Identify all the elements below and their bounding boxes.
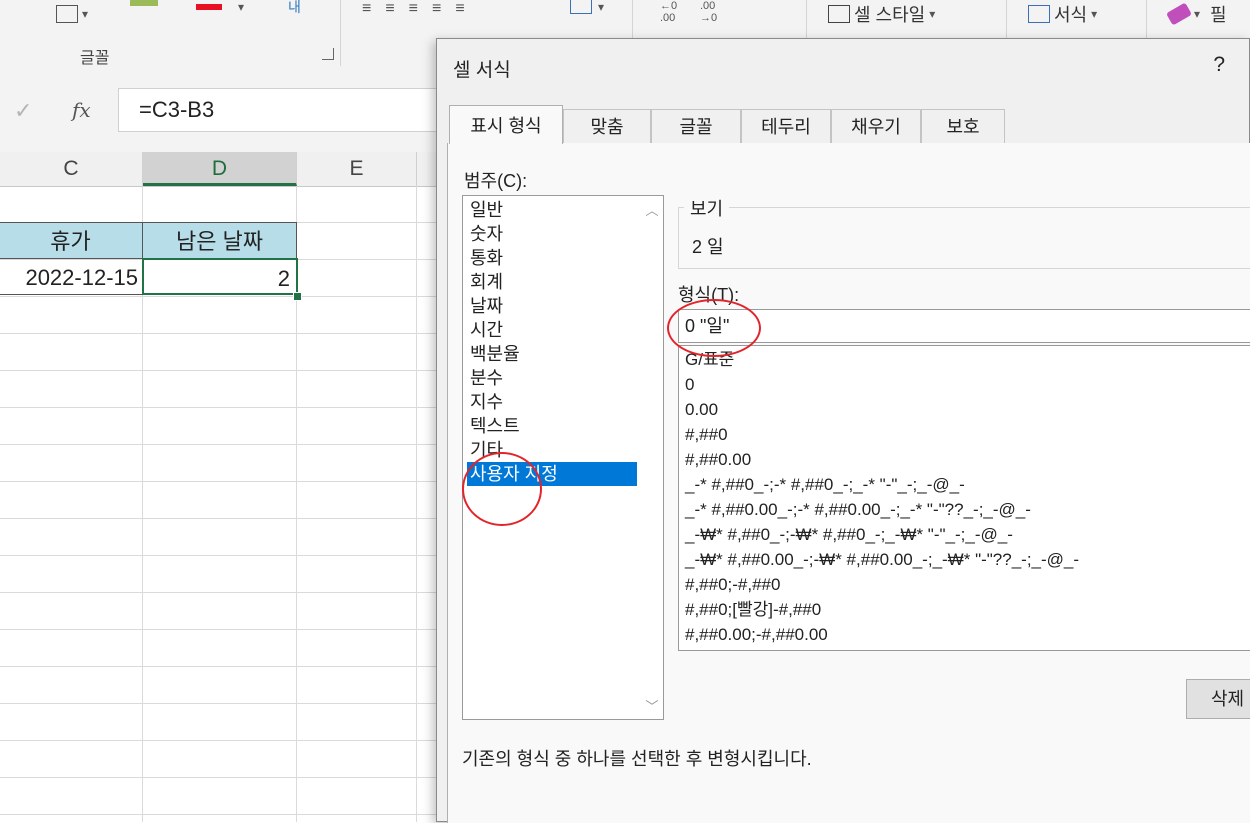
chevron-down-icon[interactable]: ▾ [598,0,604,14]
format-list-item[interactable]: _-₩* #,##0.00_-;-₩* #,##0.00_-;_-₩* "-"?… [685,548,1079,572]
format-icon [1028,5,1050,23]
format-list-item[interactable]: G/표준 [685,348,734,372]
category-item[interactable]: 백분율 [467,342,637,366]
category-item[interactable]: 지수 [467,390,637,414]
phonetic-icon[interactable]: 내 [288,0,302,21]
svg-text:내: 내 [288,0,301,16]
category-item[interactable]: 회계 [467,270,637,294]
category-item[interactable]: 시간 [467,318,637,342]
fill-handle[interactable] [293,292,302,301]
formula-input[interactable]: =C3-B3 [118,88,448,132]
format-cells-dialog: 셀 서식 ? 표시 형식 맞춤 글꼴 테두리 채우기 보호 범주(C): 일반 … [436,38,1250,823]
column-header-e[interactable]: E [297,152,417,186]
cell-d3-selected[interactable]: 2 [142,258,298,295]
category-label: 범주(C): [464,171,528,191]
font-group-label: 글꼴 [80,50,110,67]
format-list-item[interactable]: #,##0.00;-#,##0.00 [685,623,828,647]
scroll-down-icon[interactable]: ﹀ [641,696,663,715]
formula-controls: ✓ fx [0,88,118,132]
format-list-item[interactable]: _-* #,##0_-;-* #,##0_-;_-* "-"_-;_-@_- [685,473,965,497]
description-text: 기존의 형식 중 하나를 선택한 후 변형시킵니다. [462,749,812,769]
scroll-up-icon[interactable]: ︿ [641,200,663,219]
number-format-icon[interactable] [570,0,592,14]
cell-c2-header[interactable]: 휴가 [0,222,143,259]
sample-value: 2 일 [692,237,724,257]
format-label: 서식 [1054,5,1088,25]
borders-icon [56,5,78,23]
chevron-down-icon: ▾ [1091,7,1098,21]
tab-font[interactable]: 글꼴 [651,109,741,143]
dialog-launcher-icon[interactable] [322,48,334,60]
tab-border[interactable]: 테두리 [741,109,831,143]
chevron-down-icon[interactable]: ▾ [238,0,244,14]
category-scrollbar[interactable]: ︿ ﹀ [641,196,663,719]
cell-styles-label: 셀 스타일 [854,5,926,25]
borders-button[interactable]: ▾ [56,0,88,28]
category-item[interactable]: 텍스트 [467,414,637,438]
column-header-c[interactable]: C [0,152,143,186]
tab-strip: 표시 형식 맞춤 글꼴 테두리 채우기 보호 [447,105,1250,144]
format-button[interactable]: 서식 ▾ [1028,0,1097,28]
eraser-icon [1165,2,1193,26]
delete-button[interactable]: 삭제 [1186,679,1250,719]
tab-body: 범주(C): 일반 숫자 통화 회계 날짜 시간 백분율 분수 지수 텍스트 기… [447,143,1250,823]
tab-number[interactable]: 표시 형식 [449,105,563,144]
column-header-d[interactable]: D [143,152,297,186]
check-icon[interactable]: ✓ [14,98,32,124]
category-item[interactable]: 일반 [467,198,637,222]
chevron-down-icon: ▾ [1194,7,1201,21]
decrease-decimal-icon[interactable]: .00 →0 [700,0,717,24]
sample-label: 보기 [684,195,730,221]
clear-button[interactable]: ▾ 필 [1165,0,1227,28]
cell-styles-icon [828,5,850,23]
format-list-item[interactable]: _-₩* #,##0_-;-₩* #,##0_-;_-₩* "-"_-;_-@_… [685,523,1013,547]
format-list-item[interactable]: #,##0.00 [685,448,751,472]
help-button[interactable]: ? [1213,53,1225,77]
format-list-item[interactable]: #,##0;-#,##0 [685,573,780,597]
tab-fill[interactable]: 채우기 [831,109,921,143]
alignment-icons[interactable]: ≡≡≡≡≡ [362,0,479,18]
cell-styles-button[interactable]: 셀 스타일 ▾ [828,0,935,28]
cell-c3[interactable]: 2022-12-15 [0,258,143,295]
cell-d2-header[interactable]: 남은 날짜 [142,222,297,259]
format-type-label: 형식(T): [678,285,740,305]
category-item[interactable]: 통화 [467,246,637,270]
category-item[interactable]: 숫자 [467,222,637,246]
format-type-input[interactable]: 0 "일" [678,309,1250,343]
format-list-item[interactable]: #,##0;[빨강]-#,##0 [685,598,821,622]
category-list[interactable]: 일반 숫자 통화 회계 날짜 시간 백분율 분수 지수 텍스트 기타 사용자 지… [462,195,664,720]
fill-color-bar[interactable] [130,0,158,6]
dialog-title: 셀 서식 [453,60,511,81]
column-header-row: C D E [0,152,440,187]
format-list-item[interactable]: 0.00 [685,398,718,422]
format-type-list[interactable]: G/표준 0 0.00 #,##0 #,##0.00 _-* #,##0_-;-… [678,345,1250,651]
chevron-down-icon: ▾ [929,7,936,21]
partial-label: 필 [1210,5,1227,25]
font-color-bar[interactable] [196,4,222,10]
increase-decimal-icon[interactable]: ←0 .00 [660,0,677,24]
fx-icon[interactable]: fx [72,98,91,122]
category-item[interactable]: 분수 [467,366,637,390]
category-item[interactable]: 기타 [467,438,637,462]
format-list-item[interactable]: #,##0 [685,423,728,447]
format-list-item[interactable]: 0 [685,373,694,397]
category-item-selected[interactable]: 사용자 지정 [467,462,637,486]
tab-alignment[interactable]: 맞춤 [563,109,651,143]
category-item[interactable]: 날짜 [467,294,637,318]
format-list-item[interactable]: _-* #,##0.00_-;-* #,##0.00_-;_-* "-"??_-… [685,498,1031,522]
sample-group [678,207,1250,269]
chevron-down-icon: ▾ [82,7,89,21]
tab-protection[interactable]: 보호 [921,109,1005,143]
